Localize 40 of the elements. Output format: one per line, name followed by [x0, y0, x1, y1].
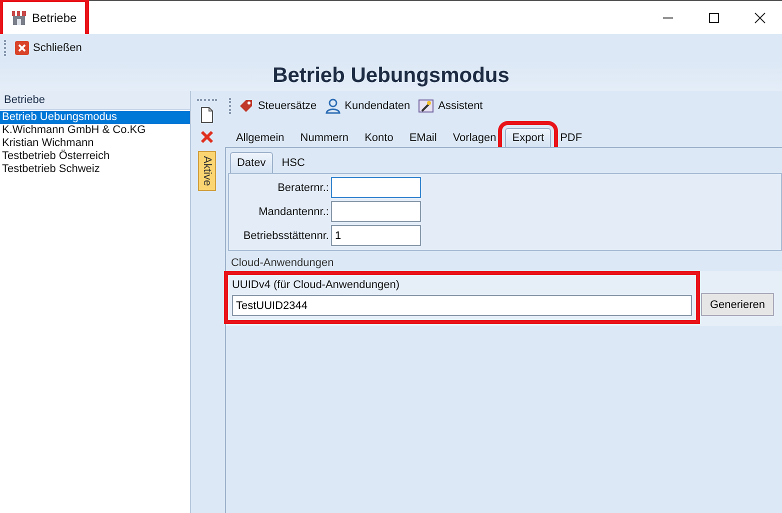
- close-icon[interactable]: [754, 12, 766, 24]
- toolbar-button[interactable]: Assistent: [415, 96, 486, 116]
- field-label: UUIDv4 (für Cloud-Anwendungen): [232, 279, 400, 291]
- tab[interactable]: HSC: [274, 152, 312, 173]
- field-label: Mandantennr.:: [258, 206, 329, 218]
- delete-icon[interactable]: [200, 129, 214, 145]
- list-item[interactable]: Testbetrieb Schweiz: [0, 163, 190, 176]
- close-button[interactable]: Schließen: [12, 38, 85, 56]
- field-label: Betriebsstättennr.: [242, 230, 329, 242]
- input-field[interactable]: 1: [330, 225, 421, 246]
- side-tab[interactable]: Aktive: [198, 151, 216, 191]
- tab[interactable]: Nummern: [293, 128, 356, 147]
- window-title: Betriebe: [32, 10, 77, 24]
- list-item[interactable]: Betrieb Uebungsmodus: [0, 111, 190, 124]
- list-item[interactable]: Testbetrieb Österreich: [0, 150, 190, 163]
- input-field[interactable]: [330, 177, 421, 198]
- list-item[interactable]: Kristian Wichmann: [0, 137, 190, 150]
- tab[interactable]: Allgemein: [228, 128, 292, 147]
- generate-button[interactable]: Generieren: [700, 293, 774, 316]
- wizard-icon: [418, 98, 434, 114]
- person-icon: [324, 98, 341, 114]
- tab[interactable]: Datev: [230, 152, 273, 173]
- input-field[interactable]: TestUUID2344: [232, 295, 692, 316]
- list-header: Betriebe: [0, 91, 190, 110]
- tag-icon: [238, 98, 254, 114]
- toolbar-button[interactable]: Steuersätze: [234, 96, 320, 116]
- maximize-icon[interactable]: [708, 12, 720, 24]
- input-field[interactable]: [330, 201, 421, 222]
- list-item[interactable]: K.Wichmann GmbH & Co.KG: [0, 124, 190, 137]
- tab[interactable]: Konto: [358, 128, 400, 147]
- tab[interactable]: PDF: [553, 128, 590, 147]
- field-label: Beraternr.:: [276, 182, 329, 194]
- tab[interactable]: Vorlagen: [446, 128, 504, 147]
- page-title: Betrieb Uebungsmodus: [272, 64, 510, 88]
- tab[interactable]: EMail: [402, 128, 444, 147]
- shop-icon: [11, 10, 27, 26]
- group-title: Cloud-Anwendungen: [230, 256, 335, 271]
- toolbar-button[interactable]: Kundendaten: [322, 96, 414, 116]
- new-document-icon[interactable]: [200, 107, 214, 123]
- close-icon: [15, 40, 29, 54]
